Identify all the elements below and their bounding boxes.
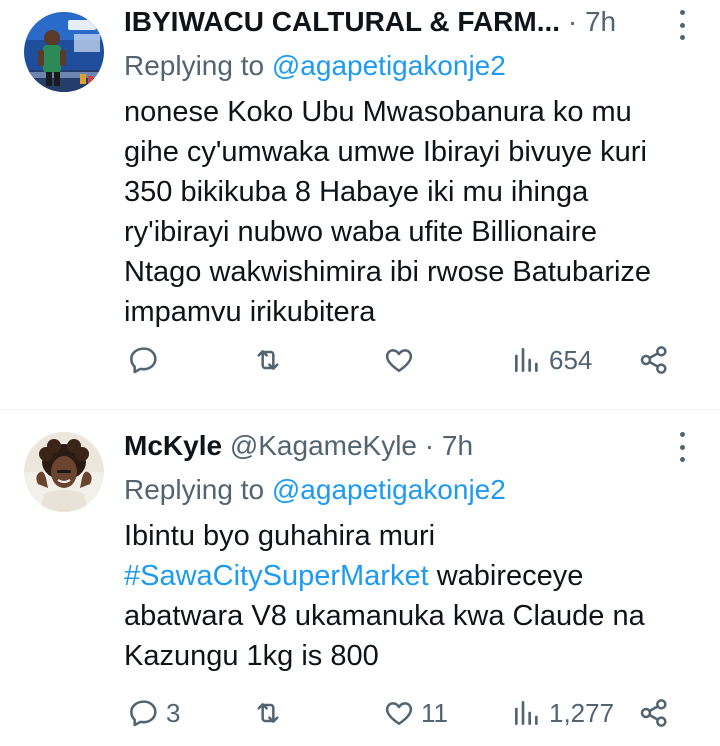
replying-to: Replying to @agapetigakonje2 xyxy=(124,48,506,84)
reply-icon xyxy=(130,347,157,374)
reply-icon xyxy=(130,700,157,727)
avatar-radio-studio-icon xyxy=(24,12,104,92)
action-bar: 654 xyxy=(0,340,720,380)
tweet-header: IBYIWACU CALTURAL & FARM... · 7h xyxy=(124,4,648,40)
retweet-icon xyxy=(257,350,279,370)
tweet-text-line: gihe cy'umwaka umwe Ibirayi bivuye kuri xyxy=(124,136,647,168)
like-button[interactable]: 11 xyxy=(383,693,448,733)
more-options-icon[interactable] xyxy=(678,10,686,40)
reply-button[interactable] xyxy=(128,340,166,380)
timestamp[interactable]: · 7h xyxy=(560,6,616,37)
tweet-text-line: Ibintu byo guhahira muri xyxy=(124,520,436,552)
more-options-icon[interactable] xyxy=(678,432,686,462)
replying-to: Replying to @agapetigakonje2 xyxy=(124,472,506,508)
retweet-button[interactable] xyxy=(252,340,290,380)
display-name[interactable]: IBYIWACU CALTURAL & FARM... xyxy=(124,6,560,37)
tweet-text-line: ry'ibirayi nubwo waba ufite Billionaire xyxy=(124,216,597,248)
mention-link[interactable]: @agapetigakonje2 xyxy=(272,474,506,505)
tweet-text-line: Ntago wakwishimira ibi rwose Batubarize xyxy=(124,256,652,288)
retweet-button[interactable] xyxy=(252,693,290,733)
tweet-text-line: #SawaCitySuperMarket wabireceye xyxy=(124,556,714,596)
avatar-man-curly-hair-icon xyxy=(24,432,104,512)
display-name[interactable]: McKyle xyxy=(124,430,222,461)
heart-icon xyxy=(385,702,413,725)
tweet-text-line: nonese Koko Ubu Mwasobanura ko mu xyxy=(124,96,632,128)
hashtag-link[interactable]: #SawaCitySuperMarket xyxy=(124,560,429,592)
tweet-text-fragment: wabireceye xyxy=(428,560,584,592)
view-count: 1,277 xyxy=(549,697,615,728)
tweet-text-line: Kazungu 1kg is 800 xyxy=(124,640,379,672)
heart-icon xyxy=(385,349,413,372)
tweet[interactable]: McKyle @KagameKyle · 7h Replying to @aga… xyxy=(0,410,720,746)
views-icon xyxy=(515,348,538,372)
tweet-text-line: impamvu irikubitera xyxy=(124,296,376,328)
action-bar: 3 11 1,277 xyxy=(0,693,720,733)
tweet-text: nonese Koko Ubu Mwasobanura ko mu gihe c… xyxy=(124,92,714,332)
avatar[interactable] xyxy=(24,432,104,512)
tweet-text: Ibintu byo guhahira muri #SawaCitySuperM… xyxy=(124,516,714,676)
like-button[interactable] xyxy=(383,340,421,380)
share-button[interactable] xyxy=(638,693,670,733)
views-button[interactable]: 654 xyxy=(511,340,592,380)
views-button[interactable]: 1,277 xyxy=(511,693,614,733)
replying-prefix: Replying to xyxy=(124,474,272,505)
avatar[interactable] xyxy=(24,12,104,92)
share-button[interactable] xyxy=(638,340,670,380)
view-count: 654 xyxy=(549,344,593,375)
mention-link[interactable]: @agapetigakonje2 xyxy=(272,50,506,81)
share-icon xyxy=(640,699,667,727)
tweet-text-line: abatwara V8 ukamanuka kwa Claude na xyxy=(124,600,645,632)
reply-button[interactable]: 3 xyxy=(128,693,180,733)
handle-and-timestamp[interactable]: @KagameKyle · 7h xyxy=(222,430,473,461)
views-icon xyxy=(515,701,538,725)
retweet-icon xyxy=(257,703,279,723)
tweet[interactable]: IBYIWACU CALTURAL & FARM... · 7h Replyin… xyxy=(0,0,720,409)
like-count: 11 xyxy=(421,697,448,728)
reply-count: 3 xyxy=(166,697,181,728)
share-icon xyxy=(640,346,667,374)
tweet-text-line: 350 bikikuba 8 Habaye iki mu ihinga xyxy=(124,176,589,208)
tweet-header: McKyle @KagameKyle · 7h xyxy=(124,428,648,464)
replying-prefix: Replying to xyxy=(124,50,272,81)
